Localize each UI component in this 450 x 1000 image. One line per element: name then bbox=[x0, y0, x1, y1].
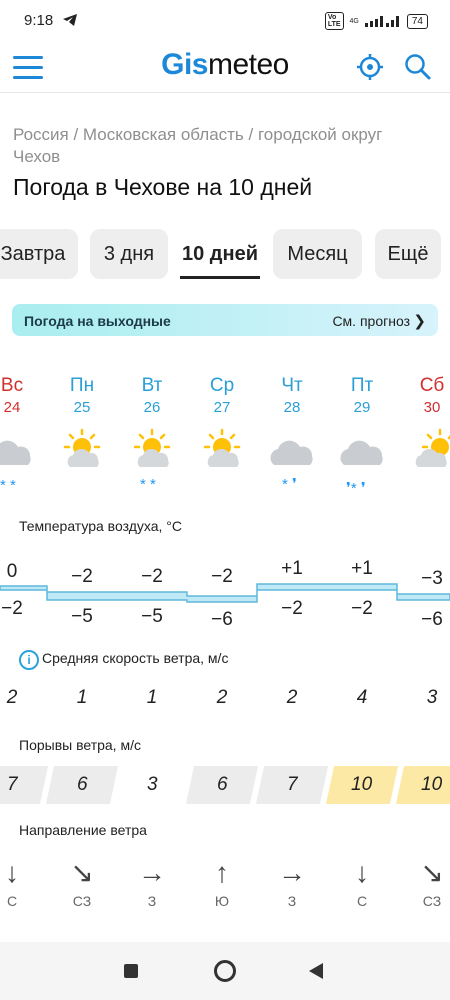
status-icons: Vo LTE 4G 74 bbox=[324, 12, 428, 30]
tab-tomorrow[interactable]: Завтра bbox=[0, 229, 78, 279]
info-icon[interactable]: i bbox=[19, 650, 39, 670]
wind-speed-label: Средняя скорость ветра, м/с bbox=[42, 650, 229, 666]
arrow-down-icon: ↓ bbox=[5, 857, 19, 888]
weekend-forecast-banner[interactable]: Погода на выходные См. прогноз ❯ bbox=[12, 304, 438, 336]
svg-text:* *: * * bbox=[140, 476, 156, 493]
wind-speed-value: 1 bbox=[146, 687, 158, 708]
wind-direction-value: С bbox=[6, 893, 18, 909]
chevron-right-icon: ❯ bbox=[413, 313, 426, 330]
wind-direction-value: З bbox=[147, 893, 157, 909]
sun-cloud-snow-icon: * * bbox=[133, 428, 171, 493]
gust-value: 6 bbox=[185, 766, 259, 804]
temp-max: +1 bbox=[351, 558, 373, 579]
status-time: 9:18 bbox=[24, 12, 54, 29]
cloud-snow-rain-icon: ❜* ❜ bbox=[340, 440, 383, 497]
tab-10-days[interactable]: 10 дней bbox=[176, 229, 264, 279]
temp-min: −2 bbox=[1, 598, 23, 619]
weather-icons-row: * * * * * ❜ ❜* ❜ bbox=[0, 428, 450, 497]
battery-icon: 74 bbox=[406, 13, 428, 29]
arrow-right-icon: → bbox=[278, 857, 306, 888]
wind-speed-value: 4 bbox=[356, 687, 368, 708]
day-column-header[interactable]: Чт 28 bbox=[257, 375, 327, 416]
tab-3-days[interactable]: 3 дня bbox=[90, 229, 168, 279]
status-bar: 9:18 Vo LTE 4G 74 bbox=[0, 0, 450, 42]
wind-speed-value: 3 bbox=[426, 687, 438, 708]
temperature-label: Температура воздуха, °C bbox=[19, 518, 182, 534]
svg-text:* *: * * bbox=[0, 477, 16, 494]
day-column-header[interactable]: Вт 26 bbox=[117, 375, 187, 416]
arrow-down-right-icon: ↘ bbox=[420, 857, 444, 888]
day-column-header[interactable]: Пт 29 bbox=[327, 375, 397, 416]
location-icon[interactable] bbox=[355, 52, 385, 82]
signal-icon bbox=[364, 16, 399, 27]
page-title: Погода в Чехове на 10 дней bbox=[13, 174, 313, 200]
temp-max: +1 bbox=[281, 558, 303, 579]
sun-cloud-icon bbox=[415, 428, 450, 467]
recents-button[interactable] bbox=[124, 964, 138, 978]
breadcrumb[interactable]: Россия / Московская область / городской … bbox=[13, 124, 433, 168]
wind-direction-value: Ю bbox=[214, 893, 230, 909]
wind-speed-value: 2 bbox=[6, 687, 18, 708]
temp-min: −5 bbox=[141, 606, 163, 627]
cloud-snow-rain-icon: * ❜ bbox=[270, 440, 313, 493]
gust-value: 3 bbox=[115, 766, 189, 804]
arrow-down-icon: ↓ bbox=[355, 857, 369, 888]
temp-min: −2 bbox=[281, 598, 303, 619]
svg-text:* ❜: * ❜ bbox=[282, 476, 297, 493]
gust-value: 7 bbox=[0, 766, 49, 804]
sun-cloud-icon bbox=[203, 428, 241, 467]
app-header: Gismeteo bbox=[0, 42, 450, 93]
gust-value: 10 bbox=[325, 766, 399, 804]
home-button[interactable] bbox=[214, 960, 236, 982]
tab-more[interactable]: Ещё bbox=[375, 229, 441, 279]
signal-label: 4G bbox=[349, 17, 359, 25]
wind-direction-value: СЗ bbox=[422, 893, 442, 909]
wind-speed-value: 2 bbox=[286, 687, 298, 708]
wind-speed-value: 2 bbox=[216, 687, 228, 708]
weekend-banner-link[interactable]: См. прогноз bbox=[332, 313, 410, 329]
sun-cloud-icon bbox=[63, 428, 101, 467]
weekend-banner-label: Погода на выходные bbox=[24, 313, 171, 329]
arrow-down-right-icon: ↘ bbox=[70, 857, 94, 888]
wind-speed-value: 1 bbox=[76, 687, 88, 708]
temp-min: −6 bbox=[211, 609, 233, 630]
wind-direction-value: СЗ bbox=[72, 893, 92, 909]
gust-value: 7 bbox=[255, 766, 329, 804]
wind-direction-value: С bbox=[356, 893, 368, 909]
volte-icon: Vo LTE bbox=[324, 12, 344, 30]
arrow-up-icon: ↑ bbox=[215, 857, 229, 888]
day-column-header[interactable]: Ср 27 bbox=[187, 375, 257, 416]
svg-text:❜* ❜: ❜* ❜ bbox=[346, 480, 366, 497]
arrow-right-icon: → bbox=[138, 857, 166, 888]
search-icon[interactable] bbox=[403, 52, 433, 82]
day-column-header[interactable]: Вс 24 bbox=[0, 375, 47, 416]
active-tab-indicator bbox=[180, 276, 260, 279]
gust-value: 10 bbox=[395, 766, 450, 804]
wind-direction-label: Направление ветра bbox=[19, 822, 147, 838]
system-nav-bar bbox=[0, 942, 450, 1000]
cloud-snow-icon: * * bbox=[0, 440, 31, 494]
wind-direction-value: З bbox=[287, 893, 297, 909]
temp-min: −5 bbox=[71, 606, 93, 627]
tab-month[interactable]: Месяц bbox=[273, 229, 362, 279]
back-button[interactable] bbox=[308, 962, 324, 980]
gust-value: 6 bbox=[45, 766, 119, 804]
telegram-icon bbox=[63, 14, 77, 26]
temp-min: −2 bbox=[351, 598, 373, 619]
day-column-header[interactable]: Пн 25 bbox=[47, 375, 117, 416]
temp-min: −6 bbox=[421, 609, 443, 630]
gusts-label: Порывы ветра, м/с bbox=[19, 737, 141, 753]
day-column-header[interactable]: Сб 30 bbox=[397, 375, 450, 416]
